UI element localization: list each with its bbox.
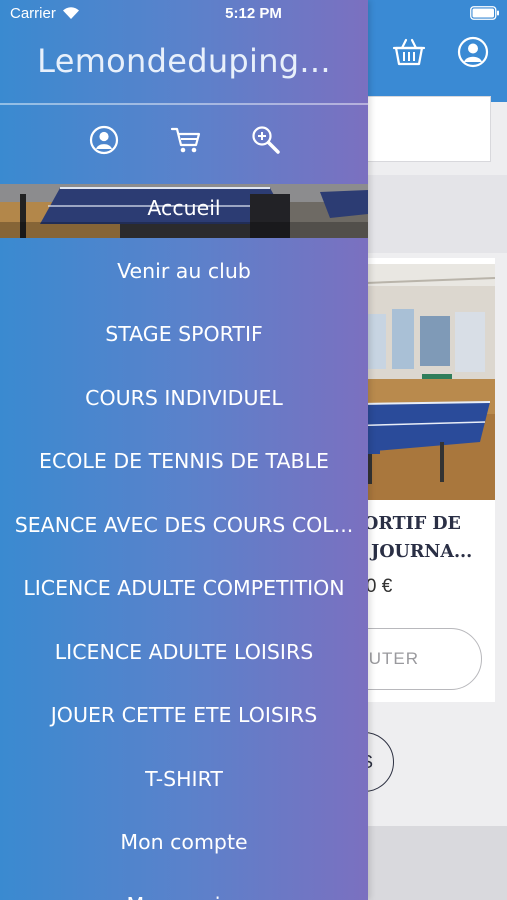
drawer-title: Lemondeduping... (37, 42, 331, 80)
menu-item-t-shirt[interactable]: T-SHIRT (0, 747, 368, 811)
menu-item-mon-panier[interactable]: Mon panier (0, 873, 368, 900)
menu-item-licence-adulte-competition[interactable]: LICENCE ADULTE COMPETITION (0, 556, 368, 620)
menu-item-ecole-tennis-de-table[interactable]: ECOLE DE TENNIS DE TABLE (0, 429, 368, 493)
menu-item-seance-cours-collectifs[interactable]: SEANCE AVEC DES COURS COL... (0, 493, 368, 557)
search-icon[interactable] (250, 124, 282, 156)
menu-item-venir-au-club[interactable]: Venir au club (0, 239, 368, 303)
account-icon[interactable] (457, 36, 489, 68)
status-time: 5:12 PM (225, 5, 282, 22)
menu-item-cours-individuel[interactable]: COURS INDIVIDUEL (0, 366, 368, 430)
drawer-divider (0, 103, 368, 105)
status-bar: Carrier 5:12 PM (0, 0, 507, 30)
menu-item-accueil[interactable]: Accueil (0, 176, 368, 240)
menu-item-jouer-cette-ete-loisirs[interactable]: JOUER CETTE ETE LOISIRS (0, 683, 368, 747)
battery-icon (470, 6, 499, 20)
menu-item-stage-sportif[interactable]: STAGE SPORTIF (0, 302, 368, 366)
side-drawer: Lemondeduping... Accueil Venir au club S… (0, 0, 368, 900)
cart-icon[interactable] (170, 124, 202, 156)
product-title: PORTIF DE G JOURNA... (350, 514, 473, 562)
user-icon[interactable] (88, 124, 120, 156)
menu-item-mon-compte[interactable]: Mon compte (0, 810, 368, 874)
menu-item-licence-adulte-loisirs[interactable]: LICENCE ADULTE LOISIRS (0, 620, 368, 684)
basket-icon[interactable] (392, 36, 426, 68)
